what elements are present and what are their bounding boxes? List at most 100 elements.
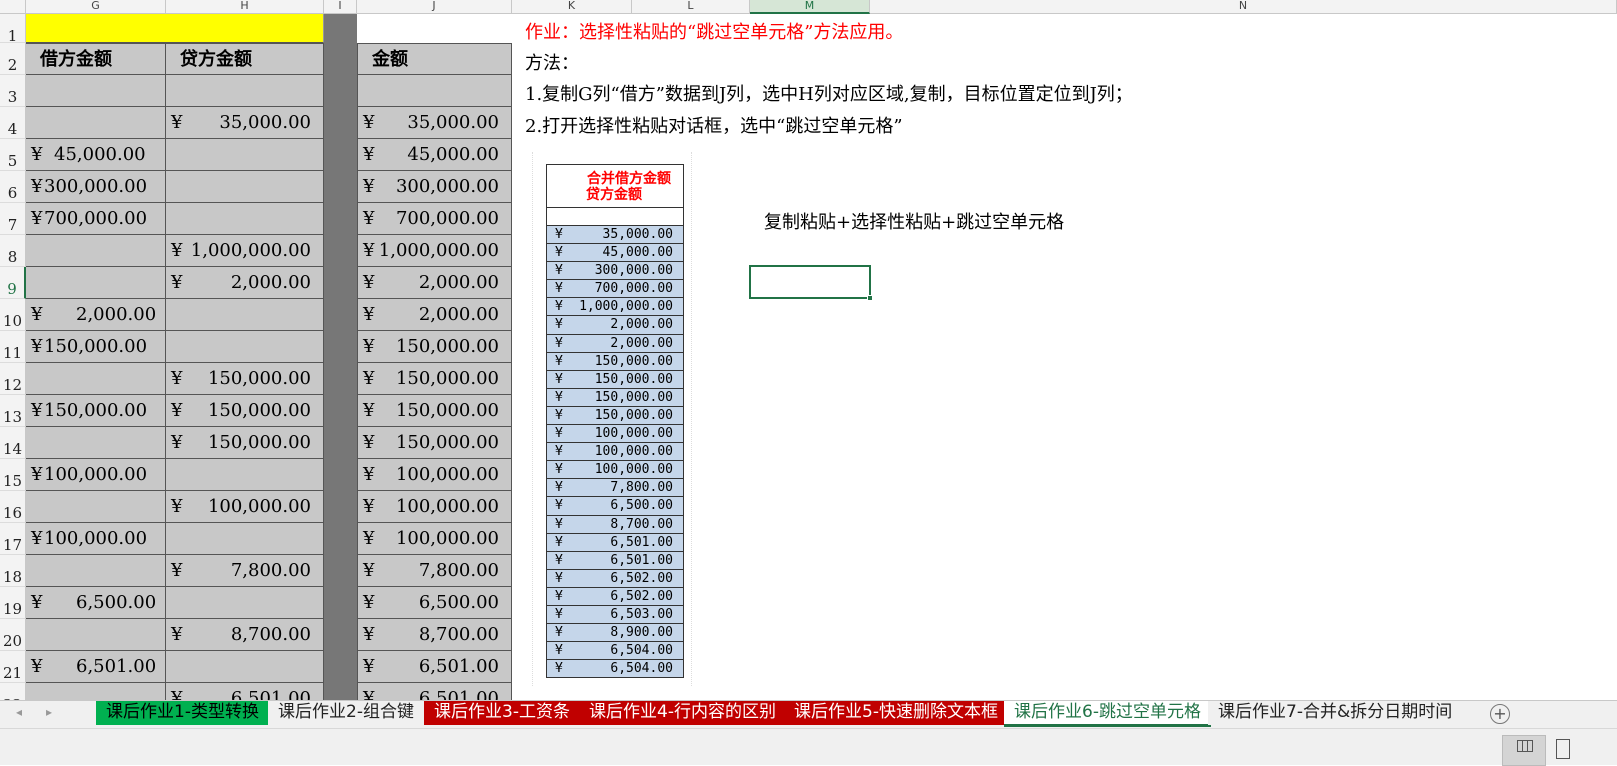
sheet-tab-1[interactable]: 课后作业1-类型转换 [96,701,269,725]
cell-j-row-6[interactable]: ¥300,000.00 [357,171,512,203]
cell-j-row-4[interactable]: ¥35,000.00 [357,107,512,139]
row-header-3[interactable]: 3 [0,75,26,107]
cell-g-row-13[interactable]: ¥150,000.00 [26,395,166,427]
cell-j-row-10[interactable]: ¥2,000.00 [357,299,512,331]
cell-j-row-20[interactable]: ¥8,700.00 [357,619,512,651]
row-header-12[interactable]: 12 [0,363,26,395]
row-header-18[interactable]: 18 [0,555,26,587]
row-header-2[interactable]: 2 [0,43,26,75]
cell-g-row-18[interactable] [26,555,166,587]
sheet-tab-4[interactable]: 课后作业4-行内容的区别 [579,701,786,725]
cell-j-row-14[interactable]: ¥150,000.00 [357,427,512,459]
row-header-15[interactable]: 15 [0,459,26,491]
sheet-tab-6[interactable]: 课后作业6-跳过空单元格 [1004,701,1211,727]
cell-h-row-10[interactable] [166,299,324,331]
cell-h-row-19[interactable] [166,587,324,619]
tab-scroll-right-icon[interactable]: ▸ [46,705,52,719]
cell-h-row-8[interactable]: ¥1,000,000.00 [166,235,324,267]
cell-g-row-8[interactable] [26,235,166,267]
cell-h-row-3[interactable] [166,75,324,107]
tab-scroll-left-icon[interactable]: ◂ [16,705,22,719]
fill-handle[interactable] [867,295,873,301]
column-header-n[interactable]: N [870,0,1617,14]
column-header-h[interactable]: H [166,0,324,14]
cell-g-row-3[interactable] [26,75,166,107]
add-sheet-button[interactable]: + [1490,704,1510,724]
cell-h-row-15[interactable] [166,459,324,491]
row-header-1[interactable]: 1 [0,14,26,43]
column-header-j[interactable]: J [357,0,512,14]
page-layout-view-icon[interactable] [1556,739,1570,759]
cell-h-row-20[interactable]: ¥8,700.00 [166,619,324,651]
cell-h-row-6[interactable] [166,171,324,203]
row-header-11[interactable]: 11 [0,331,26,363]
cell-h-row-18[interactable]: ¥7,800.00 [166,555,324,587]
row-header-5[interactable]: 5 [0,139,26,171]
cell-h-row-11[interactable] [166,331,324,363]
select-all-corner[interactable] [0,0,26,14]
cell-j-row-13[interactable]: ¥150,000.00 [357,395,512,427]
row-header-20[interactable]: 20 [0,619,26,651]
cell-h-row-4[interactable]: ¥35,000.00 [166,107,324,139]
column-header-m[interactable]: M [750,0,870,14]
cell-h-row-17[interactable] [166,523,324,555]
row-header-7[interactable]: 7 [0,203,26,235]
header-amount[interactable]: 金额 [357,43,512,75]
row-header-14[interactable]: 14 [0,427,26,459]
cell-j-row-9[interactable]: ¥2,000.00 [357,267,512,299]
cell-g-row-16[interactable] [26,491,166,523]
sheet-tab-7[interactable]: 课后作业7-合并&拆分日期时间 [1208,701,1463,725]
active-cell[interactable] [749,265,871,299]
cell-g-row-9[interactable] [26,267,166,299]
cell-j-row-7[interactable]: ¥700,000.00 [357,203,512,235]
column-header-k[interactable]: K [512,0,632,14]
header-debit[interactable]: 借方金额 [26,43,166,75]
cell-j-row-3[interactable] [357,75,512,107]
sheet-tab-2[interactable]: 课后作业2-组合键 [268,701,424,725]
sheet-tab-3[interactable]: 课后作业3-工资条 [424,701,580,725]
row-header-13[interactable]: 13 [0,395,26,427]
cell-h-row-21[interactable] [166,651,324,683]
cell-g-row-17[interactable]: ¥100,000.00 [26,523,166,555]
cell-j-row-15[interactable]: ¥100,000.00 [357,459,512,491]
row-header-16[interactable]: 16 [0,491,26,523]
cell-j-row-12[interactable]: ¥150,000.00 [357,363,512,395]
cell-h-row-16[interactable]: ¥100,000.00 [166,491,324,523]
cell-g-row-19[interactable]: ¥6,500.00 [26,587,166,619]
row1-yellow-fill[interactable] [26,14,324,43]
cell-g-row-10[interactable]: ¥2,000.00 [26,299,166,331]
cell-j-row-21[interactable]: ¥6,501.00 [357,651,512,683]
column-i-filled[interactable] [324,14,357,704]
cell-j-row-5[interactable]: ¥45,000.00 [357,139,512,171]
cell-h-row-7[interactable] [166,203,324,235]
cell-h-row-13[interactable]: ¥150,000.00 [166,395,324,427]
row-header-9[interactable]: 9 [0,267,26,299]
normal-view-icon[interactable] [1502,735,1546,766]
cell-g-row-15[interactable]: ¥100,000.00 [26,459,166,491]
cell-h-row-12[interactable]: ¥150,000.00 [166,363,324,395]
row-header-6[interactable]: 6 [0,171,26,203]
cell-g-row-12[interactable] [26,363,166,395]
column-header-i[interactable]: I [324,0,357,14]
cell-g-row-6[interactable]: ¥300,000.00 [26,171,166,203]
cell-j-row-16[interactable]: ¥100,000.00 [357,491,512,523]
row-header-17[interactable]: 17 [0,523,26,555]
cell-g-row-11[interactable]: ¥150,000.00 [26,331,166,363]
cell-j-row-17[interactable]: ¥100,000.00 [357,523,512,555]
header-credit[interactable]: 贷方金额 [166,43,324,75]
column-header-g[interactable]: G [26,0,166,14]
cell-h-row-5[interactable] [166,139,324,171]
row-header-21[interactable]: 21 [0,651,26,683]
cell-g-row-14[interactable] [26,427,166,459]
cell-g-row-5[interactable]: ¥45,000.00 [26,139,166,171]
row-header-19[interactable]: 19 [0,587,26,619]
cell-j-row-11[interactable]: ¥150,000.00 [357,331,512,363]
cell-g-row-21[interactable]: ¥6,501.00 [26,651,166,683]
row-header-4[interactable]: 4 [0,107,26,139]
cell-h-row-9[interactable]: ¥2,000.00 [166,267,324,299]
column-header-l[interactable]: L [632,0,750,14]
cell-g-row-20[interactable] [26,619,166,651]
cell-j-row-18[interactable]: ¥7,800.00 [357,555,512,587]
cell-h-row-14[interactable]: ¥150,000.00 [166,427,324,459]
sheet-tab-5[interactable]: 课后作业5-快速删除文本框 [784,701,1008,725]
